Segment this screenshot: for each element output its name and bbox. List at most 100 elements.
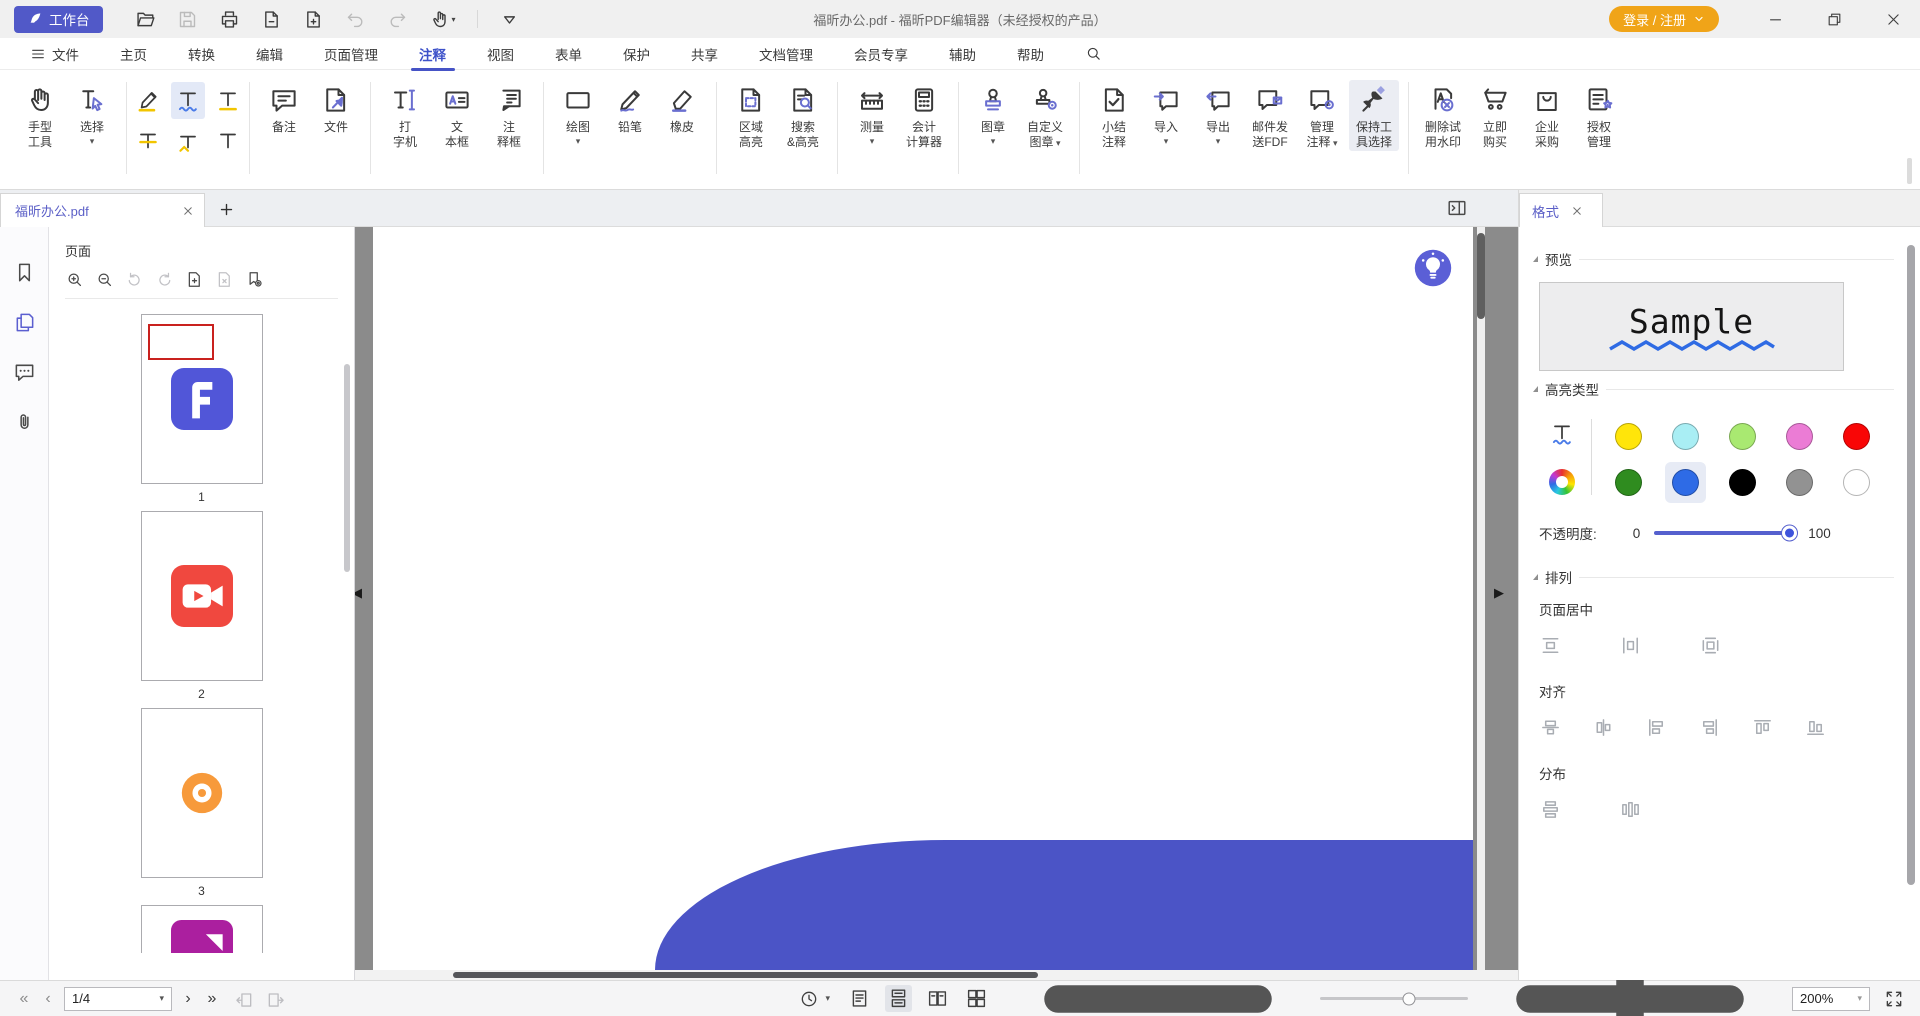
reading-history-button[interactable]: ▾: [799, 989, 830, 1009]
ribbon-item-stamp[interactable]: 图章▾: [968, 80, 1018, 151]
ribbon-item-keep-tool-selected[interactable]: 保持工具选择: [1349, 80, 1399, 151]
menu-item-protect[interactable]: 保护: [623, 44, 650, 64]
page-mark-icon[interactable]: [245, 270, 264, 289]
menu-item-view[interactable]: 视图: [487, 44, 514, 64]
delete-page-icon[interactable]: [215, 270, 234, 289]
attachments-icon[interactable]: [13, 411, 36, 434]
zoom-slider[interactable]: [1320, 997, 1468, 1000]
page-thumbnail-3[interactable]: [141, 708, 263, 878]
ribbon-item-export-comments[interactable]: 导出▾: [1193, 80, 1243, 151]
previous-page-button[interactable]: ‹: [36, 990, 60, 1008]
ribbon-item-squiggly[interactable]: [171, 82, 205, 119]
next-page-button[interactable]: ›: [176, 990, 200, 1008]
close-tab-icon[interactable]: [182, 205, 194, 217]
thumbnails-scrollbar[interactable]: [344, 364, 350, 572]
page-center-vertical-icon[interactable]: [1619, 634, 1642, 657]
horizontal-scrollbar-thumb[interactable]: [453, 972, 1038, 978]
ribbon-item-callout[interactable]: 注释框: [484, 80, 534, 150]
align-bottom-icon[interactable]: [1804, 716, 1827, 739]
menu-item-assist[interactable]: 辅助: [949, 44, 976, 64]
align-vertical-center-icon[interactable]: [1592, 716, 1615, 739]
rotate-left-icon[interactable]: [125, 270, 144, 289]
page-thumbnail-1[interactable]: [141, 314, 263, 484]
lightbulb-tip-button[interactable]: [1414, 249, 1452, 287]
menu-item-edit[interactable]: 编辑: [256, 44, 283, 64]
next-view-icon[interactable]: [266, 989, 286, 1009]
search-icon[interactable]: [1085, 45, 1102, 62]
ribbon-item-custom-stamp[interactable]: 自定义图章 ▾: [1020, 80, 1070, 151]
menu-item-member[interactable]: 会员专享: [854, 44, 908, 64]
color-swatch-4[interactable]: [1843, 423, 1870, 450]
align-top-icon[interactable]: [1751, 716, 1774, 739]
extract-page-button[interactable]: [261, 9, 282, 30]
color-swatch-selected[interactable]: [1665, 462, 1706, 503]
color-swatch-3[interactable]: [1786, 423, 1813, 450]
distribute-vertically-icon[interactable]: [1539, 798, 1562, 821]
horizontal-scrollbar[interactable]: [355, 970, 1518, 980]
color-swatch-8[interactable]: [1786, 469, 1813, 496]
insert-page-button[interactable]: [303, 9, 324, 30]
color-wheel-icon[interactable]: [1549, 469, 1575, 495]
minimize-button[interactable]: [1767, 11, 1784, 28]
facing-continuous-button[interactable]: [963, 985, 990, 1012]
vertical-scrollbar-thumb[interactable]: [1477, 233, 1485, 319]
opacity-slider-knob[interactable]: [1781, 525, 1798, 542]
ribbon-item-hand-tool[interactable]: 手型工具: [15, 80, 65, 150]
close-format-panel-icon[interactable]: [1571, 205, 1583, 217]
collapse-right-panel-arrow[interactable]: ▶: [1494, 585, 1504, 601]
undo-button[interactable]: [345, 9, 366, 30]
align-horizontal-center-icon[interactable]: [1539, 716, 1562, 739]
ribbon-item-manage-comments[interactable]: 管理注释 ▾: [1297, 80, 1347, 151]
ribbon-item-insert-text[interactable]: [211, 122, 245, 159]
ribbon-item-file-attachment[interactable]: 文件: [311, 80, 361, 135]
ribbon-item-select-tool[interactable]: 选择▾: [67, 80, 117, 150]
menu-item-page-manage[interactable]: 页面管理: [324, 44, 378, 64]
page-thumbnail-4[interactable]: [141, 905, 263, 953]
ribbon-item-note[interactable]: 备注: [259, 80, 309, 135]
enlarge-thumbnail-icon[interactable]: [65, 270, 84, 289]
align-left-icon[interactable]: [1645, 716, 1668, 739]
restore-button[interactable]: [1826, 11, 1843, 28]
page-center-both-icon[interactable]: [1699, 634, 1722, 657]
ribbon-item-underline[interactable]: [211, 82, 245, 119]
menu-item-share[interactable]: 共享: [691, 44, 718, 64]
format-tab[interactable]: 格式: [1519, 193, 1603, 227]
panel-toggle-icon[interactable]: [1446, 197, 1468, 219]
ribbon-item-replace-text[interactable]: [171, 122, 205, 159]
squiggly-style-icon[interactable]: [1549, 421, 1575, 447]
ribbon-item-pencil[interactable]: 铅笔: [605, 80, 655, 146]
facing-page-button[interactable]: [924, 985, 951, 1012]
save-button[interactable]: [177, 9, 198, 30]
ribbon-item-calculator[interactable]: 会计计算器: [899, 80, 949, 150]
color-swatch-0[interactable]: [1615, 423, 1642, 450]
customize-toolbar-button[interactable]: [499, 9, 520, 30]
zoom-slider-knob[interactable]: [1402, 992, 1415, 1005]
menu-item-form[interactable]: 表单: [555, 44, 582, 64]
ribbon-item-buy-now[interactable]: 立即购买: [1470, 80, 1520, 150]
new-tab-button[interactable]: [219, 202, 234, 217]
ribbon-item-textbox[interactable]: 文本框: [432, 80, 482, 150]
insert-page-icon[interactable]: [185, 270, 204, 289]
vertical-scrollbar[interactable]: [1477, 227, 1485, 970]
previous-view-icon[interactable]: [234, 989, 254, 1009]
ribbon-item-import-comments[interactable]: 导入▾: [1141, 80, 1191, 151]
color-swatch-2[interactable]: [1729, 423, 1756, 450]
ribbon-item-eraser[interactable]: 橡皮: [657, 80, 707, 146]
menu-item-home[interactable]: 主页: [120, 44, 147, 64]
color-swatch-9[interactable]: [1843, 469, 1870, 496]
menu-item-file[interactable]: 文件: [30, 44, 79, 64]
ribbon-item-highlight[interactable]: [131, 82, 165, 119]
first-page-button[interactable]: «: [12, 990, 36, 1008]
ribbon-item-typewriter[interactable]: 打字机: [380, 80, 430, 150]
align-right-icon[interactable]: [1698, 716, 1721, 739]
bookmarks-icon[interactable]: [13, 261, 36, 284]
ribbon-item-drawing[interactable]: 绘图▾: [553, 80, 603, 146]
login-register-button[interactable]: 登录 / 注册: [1609, 6, 1719, 32]
touch-mode-button[interactable]: ▾: [429, 9, 456, 30]
ribbon-item-strikeout[interactable]: [131, 122, 165, 159]
fullscreen-icon[interactable]: [1884, 989, 1904, 1009]
ribbon-item-email-fdf[interactable]: 邮件发送FDF: [1245, 80, 1295, 151]
preview-section-header[interactable]: 预览: [1533, 249, 1920, 269]
single-page-button[interactable]: [846, 985, 873, 1012]
color-swatch-1[interactable]: [1672, 423, 1699, 450]
